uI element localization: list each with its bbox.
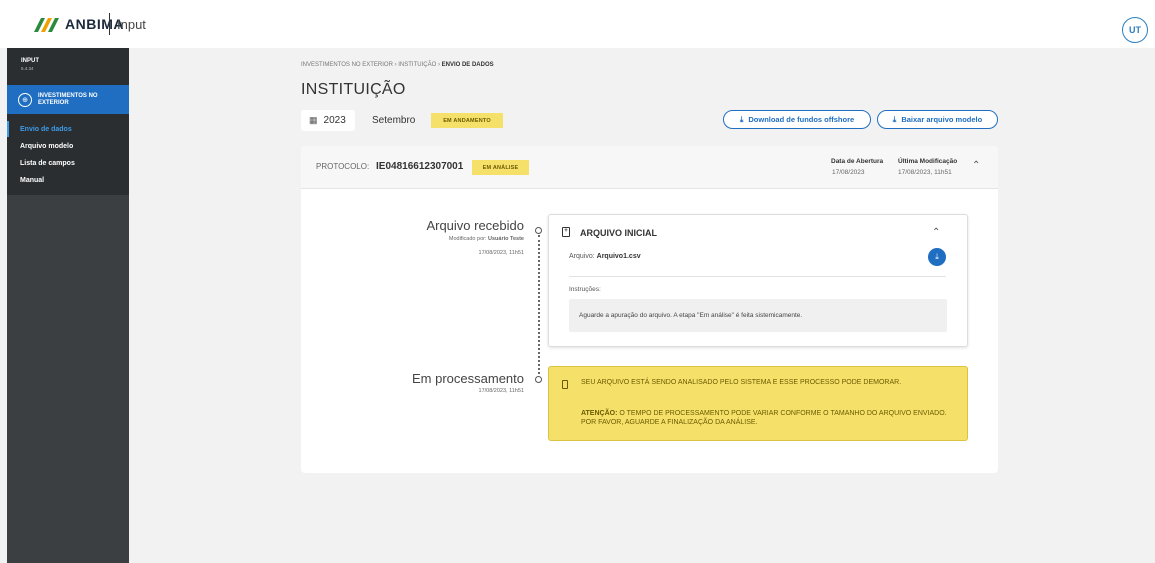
sidebar-section-investimentos[interactable]: ⊕ INVESTIMENTOS NO EXTERIOR — [7, 85, 129, 114]
file-label: Arquivo: — [569, 253, 595, 260]
download-offshore-label: Download de fundos offshore — [748, 115, 855, 124]
protocol-label: PROTOCOLO: — [316, 162, 370, 171]
chevron-up-icon[interactable]: ⌃ — [972, 160, 980, 171]
warning-line1: SEU ARQUIVO ESTÁ SENDO ANALISADO PELO SI… — [581, 379, 902, 386]
file-name-row: Arquivo: Arquivo1.csv — [569, 253, 641, 260]
instructions-box: Aguarde a apuração do arquivo. A etapa "… — [569, 299, 947, 332]
globe-icon: ⊕ — [18, 92, 32, 107]
protocol-value: IE04816612307001 — [376, 161, 464, 172]
breadcrumb-item[interactable]: INSTITUIÇÃO — [398, 62, 436, 68]
sidebar-section-label: INVESTIMENTOS NO EXTERIOR — [38, 92, 98, 106]
protocol-card-header[interactable]: PROTOCOLO: IE04816612307001 EM ANÁLISE D… — [301, 146, 998, 189]
sidebar: INPUT 5.4.34 ⊕ INVESTIMENTOS NO EXTERIOR… — [7, 48, 129, 563]
file-icon: + — [562, 227, 570, 237]
step-em-processamento-timestamp: 17/08/2023, 11h51 — [478, 388, 524, 394]
year-selector[interactable]: ▦ 2023 — [301, 110, 355, 131]
opened-label: Data de Abertura — [831, 158, 884, 165]
download-offshore-button[interactable]: ⤓ Download de fundos offshore — [723, 110, 871, 129]
opened-value: 17/08/2023 — [832, 169, 865, 176]
sidebar-version: 5.4.34 — [21, 66, 34, 71]
logo-text: ANBIMA — [65, 16, 124, 32]
user-avatar[interactable]: UT — [1122, 17, 1148, 43]
anbima-logo-icon — [34, 18, 59, 32]
step-em-processamento-title: Em processamento — [412, 371, 524, 386]
divider — [569, 276, 946, 277]
page-title: INSTITUIÇÃO — [301, 81, 406, 98]
arquivo-inicial-title: ARQUIVO INICIAL — [580, 228, 658, 238]
instructions-text: Aguarde a apuração do arquivo. A etapa "… — [579, 312, 803, 319]
download-file-button[interactable]: ⤓ — [928, 248, 946, 266]
timeline-connector — [538, 235, 540, 374]
timeline-node — [535, 376, 542, 383]
sidebar-app-name: INPUT — [21, 58, 39, 64]
processing-warning: SEU ARQUIVO ESTÁ SENDO ANALISADO PELO SI… — [548, 366, 968, 441]
month-label: Setembro — [372, 115, 416, 126]
download-icon: ⤓ — [739, 114, 744, 124]
year-value: 2023 — [323, 115, 346, 126]
modified-value: 17/08/2023, 11h51 — [898, 169, 952, 176]
sidebar-item-lista-de-campos[interactable]: Lista de campos — [7, 155, 129, 171]
hourglass-icon — [562, 380, 568, 389]
sidebar-top: INPUT 5.4.34 ⊕ INVESTIMENTOS NO EXTERIOR… — [7, 48, 129, 195]
warning-line2-text: O TEMPO DE PROCESSAMENTO PODE VARIAR CON… — [581, 410, 947, 426]
modified-by-user: Usuário Teste — [488, 236, 524, 242]
sidebar-item-arquivo-modelo[interactable]: Arquivo modelo — [7, 138, 129, 154]
step-arquivo-recebido-timestamp: 17/08/2023, 11h51 — [478, 250, 524, 256]
breadcrumb: INVESTIMENTOS NO EXTERIOR › INSTITUIÇÃO … — [301, 62, 494, 68]
breadcrumb-current: ENVIO DE DADOS — [441, 62, 494, 68]
download-model-button[interactable]: ⤓ Baixar arquivo modelo — [877, 110, 998, 129]
arquivo-inicial-panel: + ARQUIVO INICIAL ⌃ Arquivo: Arquivo1.cs… — [548, 214, 968, 347]
calendar-icon: ▦ — [309, 115, 318, 125]
anbima-logo[interactable]: ANBIMA — [34, 16, 124, 32]
sidebar-item-envio-de-dados[interactable]: Envio de dados — [7, 121, 129, 137]
attention-label: ATENÇÃO: — [581, 410, 618, 417]
modified-label: Última Modificação — [898, 158, 958, 165]
period-status-badge: EM ANDAMENTO — [431, 113, 503, 128]
warning-line2: ATENÇÃO: O TEMPO DE PROCESSAMENTO PODE V… — [581, 409, 951, 427]
download-icon: ⤓ — [935, 252, 939, 261]
step-arquivo-recebido-modified-by: Modificado por: Usuário Teste — [394, 236, 524, 242]
modified-by-prefix: Modificado por: — [448, 236, 487, 242]
breadcrumb-item[interactable]: INVESTIMENTOS NO EXTERIOR — [301, 62, 393, 68]
app-name: Input — [117, 17, 146, 32]
download-model-label: Baixar arquivo modelo — [901, 115, 983, 124]
step-arquivo-recebido-title: Arquivo recebido — [426, 218, 524, 233]
timeline-node — [535, 227, 542, 234]
logo-divider — [109, 13, 110, 35]
instructions-label: Instruções: — [569, 286, 601, 293]
download-icon: ⤓ — [892, 114, 897, 124]
top-bar: ANBIMA Input UT — [0, 0, 1155, 48]
sidebar-item-manual[interactable]: Manual — [7, 172, 129, 188]
chevron-up-icon[interactable]: ⌃ — [932, 227, 940, 238]
file-name: Arquivo1.csv — [596, 253, 641, 260]
protocol-status-badge: EM ANÁLISE — [472, 160, 529, 175]
